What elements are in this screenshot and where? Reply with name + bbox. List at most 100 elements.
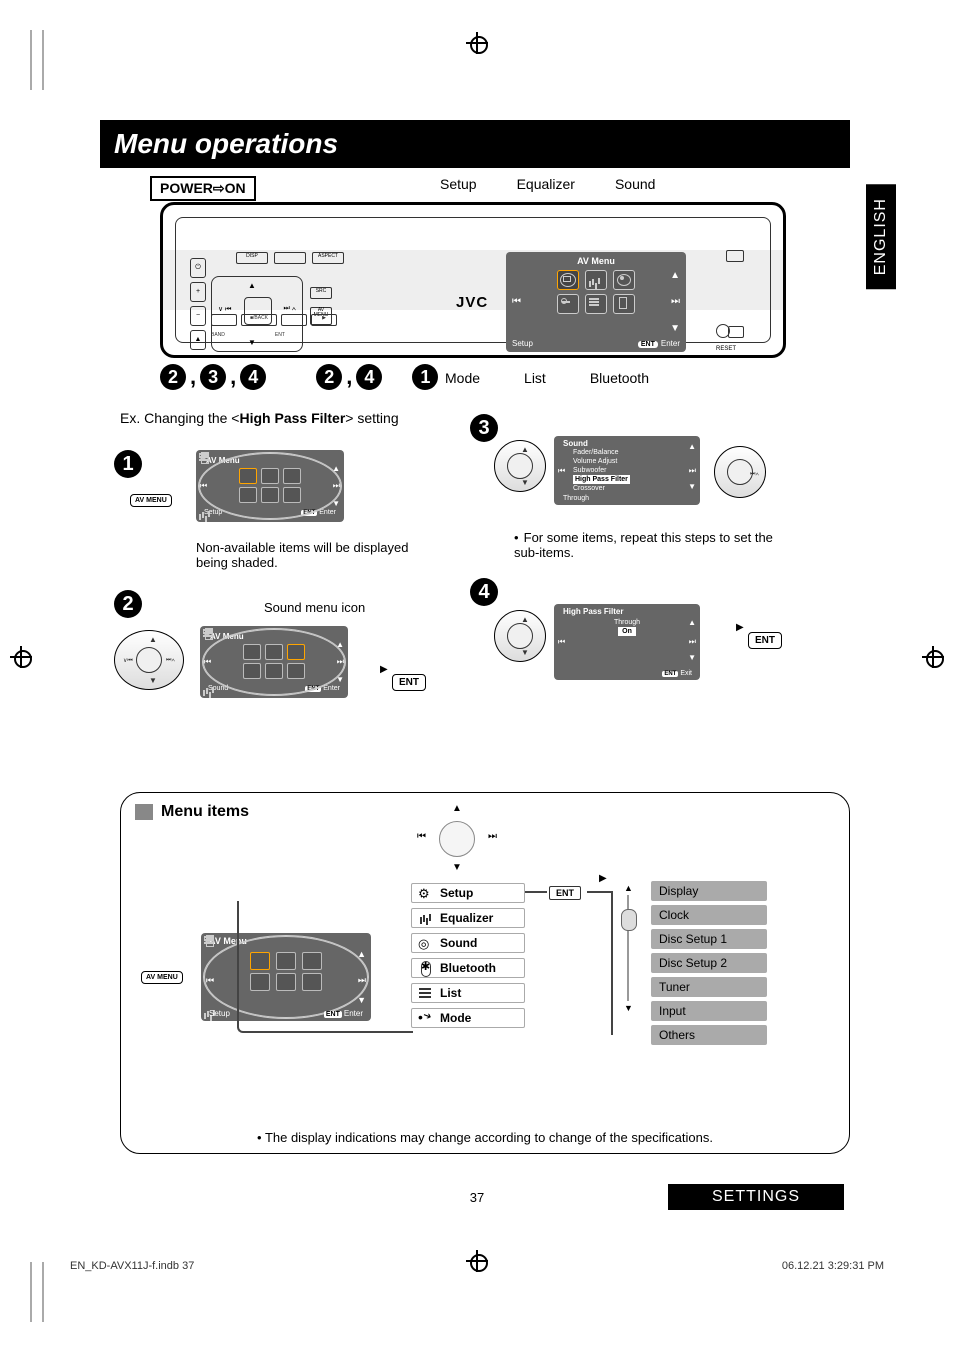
menu-footer: Through <box>557 495 697 502</box>
sub-item: Disc Setup 1 <box>651 929 767 949</box>
registration-mark <box>922 646 944 668</box>
ent-button: ENT <box>748 632 782 649</box>
arrow-up-icon: ▲ <box>670 270 680 281</box>
menu-option-highlighted: On <box>618 627 636 636</box>
arrow-up-icon: ▲ <box>336 640 344 649</box>
back-button: ■/BACK <box>241 314 277 326</box>
bluetooth-icon <box>418 961 434 975</box>
dpad-control-icon: ⏭∧ <box>714 446 766 498</box>
category-item: Setup <box>411 883 525 903</box>
bluetooth-icon <box>613 294 635 314</box>
power-on-label: POWER⇨ON <box>150 176 256 201</box>
lcd-title: AV Menu <box>506 252 686 266</box>
prev-track-icon: ∨ ⏮ <box>218 305 231 314</box>
arrow-down-icon: ▼ <box>149 676 157 685</box>
brand-logo: JVC <box>456 294 488 311</box>
flow-arrow-icon: ▶ <box>599 873 607 884</box>
reset-label: RESET <box>716 346 736 352</box>
att-button-icon: ⏻ <box>190 258 206 278</box>
category-label: Bluetooth <box>440 961 496 975</box>
crop-mark <box>42 1262 44 1322</box>
category-label: Setup <box>440 886 473 900</box>
arrow-down-icon: ▼ <box>624 1003 633 1013</box>
next-track-icon: ⏭ ∧ <box>283 305 296 313</box>
head-unit-diagram: ⏻ + − ▲ DISP ASPECT ▲ ▼ ∨ ⏮ ⏭ ∧ SRC AV M… <box>160 202 786 358</box>
ent-chip: ENT <box>662 671 678 677</box>
category-item: List <box>411 983 525 1003</box>
arrow-right-icon: ⏭ <box>333 481 340 491</box>
aspect-button: ASPECT <box>312 252 344 264</box>
top-icon-labels: Setup Equalizer Sound <box>440 176 655 192</box>
menu-footnote: • The display indications may change acc… <box>121 1130 849 1145</box>
bottom-button <box>281 314 307 326</box>
menu-title: Sound <box>557 439 697 448</box>
open-icon <box>728 326 744 338</box>
menu-items-title: Menu items <box>161 803 249 821</box>
label-setup: Setup <box>440 176 477 192</box>
step-ref: 4 <box>240 364 266 390</box>
enter-label: Enter <box>319 509 336 516</box>
ent-label: ENT <box>275 332 285 338</box>
dpad-control-icon: ▲ ▼ ∨⏮ ⏭∧ <box>114 630 184 690</box>
arrow-down-icon: ▼ <box>688 653 696 662</box>
crop-mark <box>42 30 44 90</box>
category-label: Sound <box>440 936 477 950</box>
bottom-button <box>211 314 237 326</box>
flow-line <box>237 901 413 1033</box>
vol-up-button: + <box>190 282 206 302</box>
prev-icon: ∨⏮ <box>123 657 133 665</box>
step-ref: 2 <box>316 364 342 390</box>
registration-mark <box>10 646 32 668</box>
arrow-up-icon: ▲ <box>521 615 529 624</box>
sub-item-list: Display Clock Disc Setup 1 Disc Setup 2 … <box>651 881 767 1045</box>
arrow-left-icon: ⏮ <box>204 657 211 667</box>
arrow-up-icon: ▲ <box>624 883 633 893</box>
step4-hp-menu: High Pass Filter Through On ⏮ ⏭ ▲ ▼ ENTE… <box>554 604 700 680</box>
arrow-down-icon: ▼ <box>521 478 529 487</box>
flow-line <box>611 891 613 1035</box>
arrow-up-icon: ▲ <box>688 442 696 451</box>
sub-item: Tuner <box>651 977 767 997</box>
bottom-icon-labels: Mode List Bluetooth <box>445 370 649 386</box>
label-equalizer: Equalizer <box>517 176 575 192</box>
page-title: Menu operations <box>100 120 850 168</box>
step-ref: 1 <box>412 364 438 390</box>
sound-icon <box>613 270 635 290</box>
enter-label: Enter <box>661 339 680 348</box>
sub-item: Disc Setup 2 <box>651 953 767 973</box>
arrow-up-icon: ▲ <box>149 635 157 644</box>
vertical-slider-icon: ▲ ▼ <box>619 883 637 1013</box>
step1-lcd: AV Menu ⏮ ⏭ ▲ ▼ Setup ENTEnter <box>196 450 344 522</box>
sep: , <box>190 364 196 390</box>
arrow-up-icon: ▲ <box>248 281 256 290</box>
eject-button-icon: ▲ <box>190 330 206 350</box>
mode-icon <box>418 1011 434 1025</box>
ent-chip: ENT <box>549 886 581 900</box>
arrow-up-icon: ▲ <box>332 464 340 473</box>
sub-item: Input <box>651 1001 767 1021</box>
menu-item: Subwoofer <box>573 466 697 475</box>
label-mode: Mode <box>445 370 480 386</box>
footer-timestamp: 06.12.21 3:29:31 PM <box>782 1260 884 1272</box>
sep: , <box>230 364 236 390</box>
arrow-up-icon: ▲ <box>521 445 529 454</box>
category-item: Sound <box>411 933 525 953</box>
lcd-footer: Setup <box>209 1009 230 1018</box>
example-text: Ex. Changing the <High Pass Filter> sett… <box>120 410 399 426</box>
dpad-nav-icon: ▲ ▼ ⏮ ⏭ <box>417 803 497 873</box>
exit-label: Exit <box>680 670 692 677</box>
sound-icon <box>283 468 301 484</box>
step-reference-row: 2 , 3 , 4 2 , 4 1 <box>160 364 438 390</box>
sound-icon <box>418 936 434 950</box>
menu-option: Through <box>557 618 697 627</box>
ent-button: ENT <box>392 674 426 691</box>
menu-item: Volume Adjust <box>573 457 697 466</box>
vol-down-button: − <box>190 306 206 326</box>
menu-item: Crossover <box>573 484 697 493</box>
step-1-badge: 1 <box>114 450 142 478</box>
registration-mark <box>466 32 488 54</box>
eject-icon <box>726 250 744 262</box>
menu-item: Fader/Balance <box>573 448 697 457</box>
arrow-right-icon: ⏭ <box>671 296 680 307</box>
dpad-control-icon: ▲ ▼ <box>494 610 546 662</box>
